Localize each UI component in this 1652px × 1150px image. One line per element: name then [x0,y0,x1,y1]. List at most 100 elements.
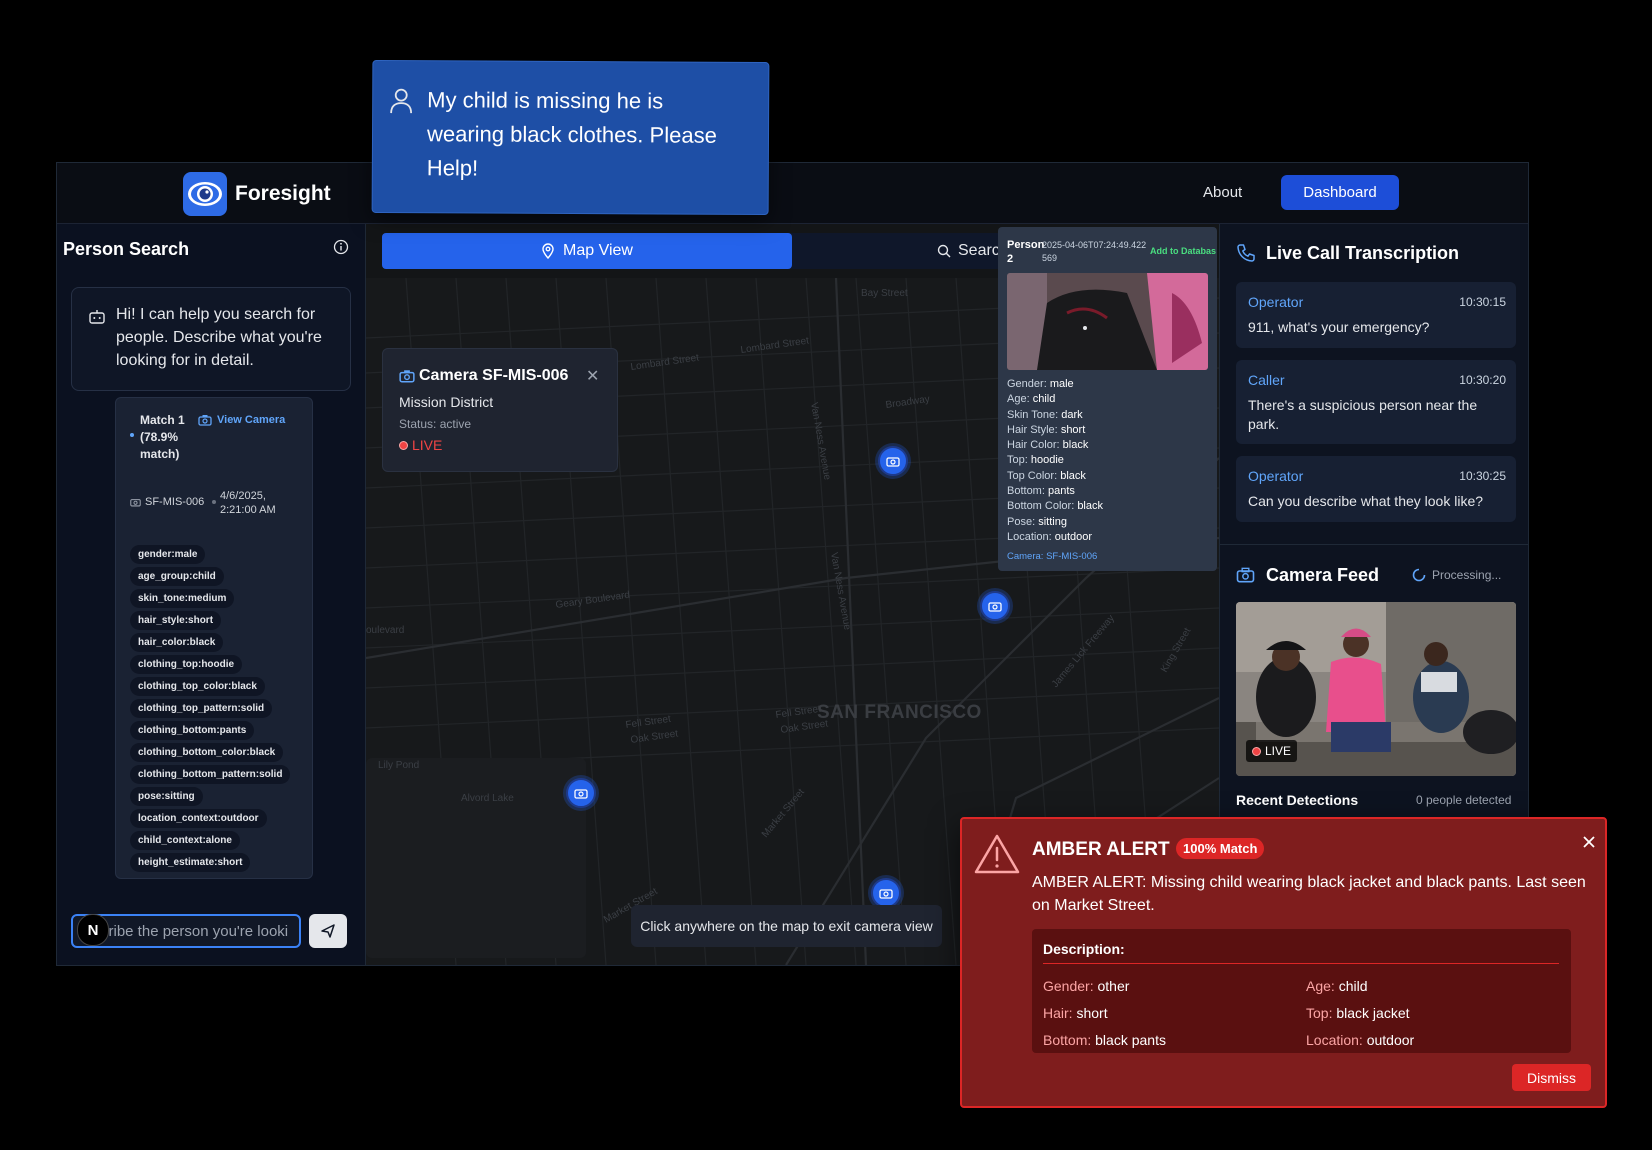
message-role: Caller [1248,372,1285,388]
transcript-message: Operator 10:30:15 911, what's your emerg… [1236,282,1516,348]
processing-status: Processing... [1412,568,1501,582]
message-text: 911, what's your emergency? [1248,319,1430,335]
message-time: 10:30:20 [1459,373,1506,387]
camera-marker[interactable] [871,878,901,908]
warning-icon [974,833,1020,875]
camera-icon [130,497,141,507]
person-camera-link[interactable]: Camera: SF-MIS-006 [1007,551,1097,562]
attribute-tag: clothing_bottom:pants [130,721,255,740]
live-badge: LIVE [1246,740,1298,762]
attribute-tag: hair_color:black [130,633,224,652]
camera-marker[interactable] [566,778,596,808]
close-icon[interactable] [1582,835,1596,849]
match-result-card[interactable]: Match 1 (78.9% match) View Camera SF-MIS… [115,397,313,879]
person-attribute: Skin Tone: dark [1007,408,1083,421]
alert-description-box: Description: Gender: other Age: child Ha… [1032,929,1571,1053]
person-snapshot [1007,273,1208,370]
person-title: Person 2 [1007,239,1045,265]
street-label: Alvord Lake [461,793,514,804]
attribute-tag: pose:sitting [130,787,203,806]
person-attribute: Gender: male [1007,378,1074,390]
clock-icon [212,500,216,504]
spinner-icon [1412,568,1426,582]
camera-status: Status: active [399,417,472,431]
camera-icon [988,600,1002,612]
exit-camera-hint: Click anywhere on the map to exit camera… [631,905,942,947]
person-search-panel: Person Search Hi! I can help you search … [57,224,366,965]
attribute-tag: clothing_top_pattern:solid [130,699,273,718]
attribute-tag: clothing_bottom_color:black [130,743,284,762]
street-label: Bay Street [861,288,908,299]
field-hair: Hair: short [1043,1005,1108,1021]
person-attribute: Top: hoodie [1007,454,1064,467]
field-age: Age: child [1306,978,1368,994]
message-text: Can you describe what they look like? [1248,493,1484,509]
panel-title: Person Search [63,239,190,259]
logo-eye-icon[interactable] [183,172,227,216]
view-camera-label: View Camera [217,414,286,426]
description-title: Description: [1043,941,1125,957]
camera-feed-image[interactable]: LIVE [1236,602,1516,776]
message-time: 10:30:15 [1459,295,1506,309]
live-dot-icon [1252,746,1261,756]
camera-marker[interactable] [878,446,908,476]
camera-icon [399,369,415,383]
dashboard-button[interactable]: Dashboard [1281,175,1399,210]
phone-icon [1236,243,1256,263]
add-to-database-button[interactable]: Add to Databas [1150,246,1216,256]
send-button[interactable] [309,914,347,948]
nav-about-link[interactable]: About [1203,184,1242,201]
person-attribute: Location: outdoor [1007,530,1093,543]
app-name[interactable]: Foresight [235,182,331,206]
message-text: There's a suspicious person near the par… [1248,397,1478,432]
search-icon [937,244,951,258]
bot-message-card: Hi! I can help you search for people. De… [71,287,351,391]
tab-map-view[interactable]: Map View [382,233,792,269]
camera-district: Mission District [399,394,494,410]
attribute-tag: clothing_top_color:black [130,677,265,696]
caller-message-bubble: My child is missing he is wearing black … [371,59,770,216]
dismiss-button[interactable]: Dismiss [1512,1064,1591,1091]
attribute-tag: height_estimate:short [130,853,251,872]
person-attribute: Pose: sitting [1007,515,1067,528]
live-label: LIVE [1265,744,1292,758]
street-label: Lily Pond [378,760,419,771]
tab-map-view-label: Map View [563,242,633,259]
match-camera-id: SF-MIS-006 [130,496,204,508]
attribute-tag: skin_tone:medium [130,589,235,608]
view-camera-button[interactable]: View Camera [198,414,285,426]
attribute-tag: gender:male [130,545,206,564]
attribute-tag: clothing_bottom_pattern:solid [130,765,291,784]
transcription-title: Live Call Transcription [1266,243,1460,263]
people-count: 0 people detected [1416,793,1512,807]
match-badge: 100% Match [1176,838,1265,859]
user-avatar[interactable]: N [77,914,109,946]
camera-marker[interactable] [980,591,1010,621]
caller-message-text: My child is missing he is wearing black … [426,87,717,181]
section-divider [1220,544,1528,545]
camera-icon [886,455,900,467]
attribute-tag: age_group:child [130,567,224,586]
person-attribute: Bottom: pants [1007,485,1075,498]
bot-icon [88,308,106,326]
camera-popup[interactable]: Camera SF-MIS-006 ✕ Mission District Sta… [382,348,618,472]
transcript-message: Operator 10:30:25 Can you describe what … [1236,456,1516,522]
person-detail-popup[interactable]: Person 2 2025-04-06T07:24:49.422569 Add … [998,227,1217,571]
processing-label: Processing... [1432,568,1502,582]
live-indicator: LIVE [399,437,442,453]
field-gender: Gender: other [1043,978,1130,994]
camera-feed-title: Camera Feed [1266,565,1380,585]
field-top: Top: black jacket [1306,1005,1410,1021]
info-icon[interactable] [333,239,349,255]
camera-id-text: SF-MIS-006 [145,496,205,508]
person-attributes: Gender: male Age: child Skin Tone: dark Hai… [1007,377,1103,545]
attribute-tag: clothing_top:hoodie [130,655,243,674]
bot-message-text: Hi! I can help you search for people. De… [116,306,322,369]
person-attribute: Bottom Color: black [1007,500,1103,513]
attribute-tag: child_context:alone [130,831,240,850]
close-icon[interactable]: ✕ [586,366,599,386]
user-icon [389,87,413,115]
message-time: 10:30:25 [1459,469,1506,483]
live-dot-icon [399,440,408,450]
alert-title: AMBER ALERT [1032,839,1170,860]
